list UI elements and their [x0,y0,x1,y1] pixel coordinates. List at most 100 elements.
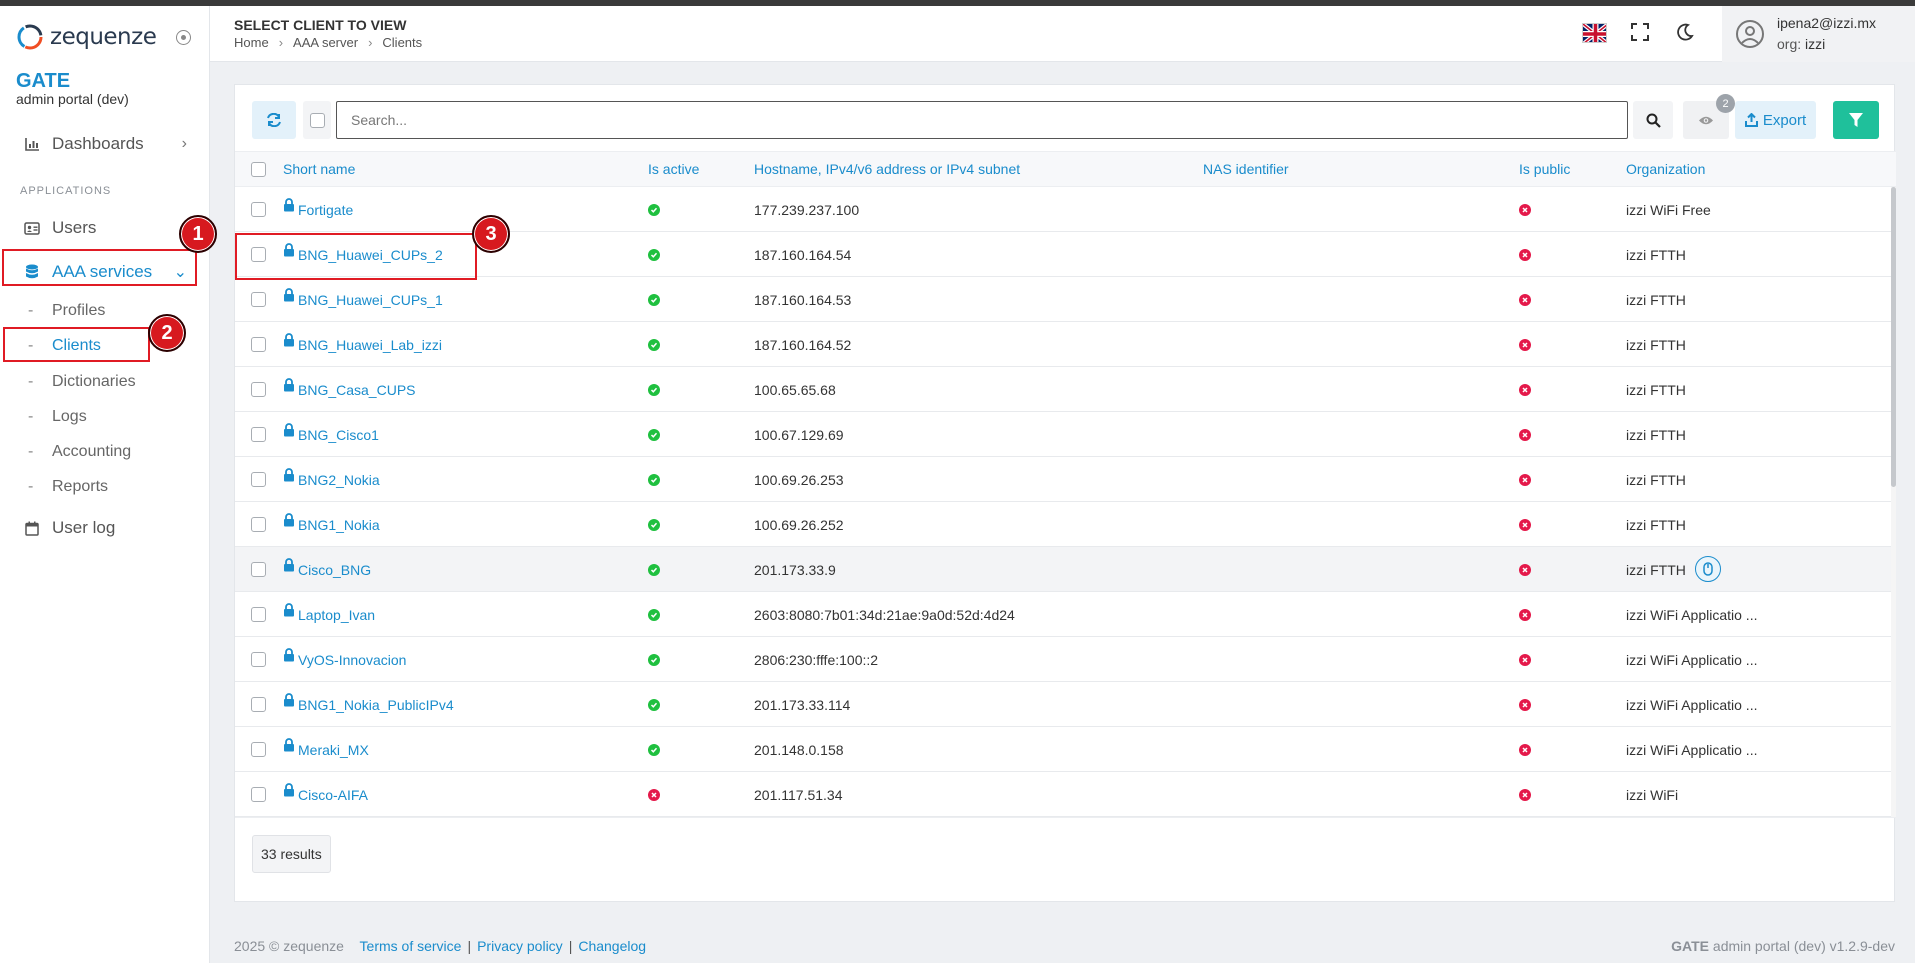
table-row[interactable]: VyOS-Innovacion 2806:230:fffe:100::2 izzi … [235,637,1891,682]
row-checkbox[interactable] [251,652,266,667]
sidebar-item-users[interactable]: Users [0,211,209,245]
x-circle-icon [1519,383,1531,396]
client-name-link[interactable]: Fortigate [283,187,353,232]
row-checkbox[interactable] [251,427,266,442]
table-row[interactable]: BNG_Casa_CUPS 100.65.65.68 izzi FTTH [235,367,1891,412]
row-checkbox-cell [251,592,266,637]
pin-sidebar-icon[interactable] [176,30,191,45]
hidden-columns-count-badge: 2 [1716,94,1735,113]
mouse-cursor-icon [1695,556,1721,582]
x-circle-icon [1519,653,1531,666]
client-name: BNG_Huawei_CUPs_1 [298,291,443,308]
row-checkbox-cell [251,727,266,772]
sidebar-item-user-log[interactable]: User log [0,511,209,545]
export-button[interactable]: Export [1735,101,1816,139]
refresh-button[interactable] [252,101,296,139]
sidebar-subitem-dictionaries[interactable]: - Dictionaries [28,368,136,396]
column-header-is-public[interactable]: Is public [1519,161,1570,177]
row-checkbox[interactable] [251,472,266,487]
client-name-link[interactable]: Cisco_BNG [283,547,371,592]
row-checkbox[interactable] [251,607,266,622]
client-name-link[interactable]: BNG1_Nokia [283,502,380,547]
x-circle-icon [1519,293,1531,306]
sidebar-subitem-logs[interactable]: - Logs [28,403,87,431]
terms-of-service-link[interactable]: Terms of service [360,938,462,954]
search-icon [1646,113,1661,128]
language-uk-flag-icon[interactable] [1582,23,1607,43]
client-name-link[interactable]: BNG_Casa_CUPS [283,367,416,412]
logo[interactable]: zequenze [14,22,157,52]
row-checkbox[interactable] [251,787,266,802]
lock-icon [284,422,294,436]
row-checkbox[interactable] [251,742,266,757]
search-input[interactable] [336,101,1628,139]
filter-icon [1849,113,1863,127]
table-row[interactable]: BNG1_Nokia_PublicIPv4 201.173.33.114 izzi … [235,682,1891,727]
table-row[interactable]: Cisco_BNG 201.173.33.9 izzi FTTH [235,547,1891,592]
table-row[interactable]: BNG1_Nokia 100.69.26.252 izzi FTTH [235,502,1891,547]
client-name-link[interactable]: BNG1_Nokia_PublicIPv4 [283,682,454,727]
dark-mode-moon-icon[interactable] [1674,23,1696,45]
row-checkbox[interactable] [251,202,266,217]
refresh-icon [267,113,281,127]
row-checkbox[interactable] [251,337,266,352]
table-scrollbar[interactable] [1891,187,1896,817]
row-checkbox[interactable] [251,562,266,577]
user-email: ipena2@izzi.mx [1777,15,1877,31]
row-checkbox-cell [251,637,266,682]
column-header-nas-identifier[interactable]: NAS identifier [1203,161,1289,177]
breadcrumb-home[interactable]: Home [234,35,269,50]
privacy-policy-link[interactable]: Privacy policy [477,938,563,954]
sidebar-subitem-profiles[interactable]: - Profiles [28,297,105,325]
breadcrumb-aaa-server[interactable]: AAA server [293,35,358,50]
row-checkbox[interactable] [251,517,266,532]
table-row[interactable]: Laptop_Ivan 2603:8080:7b01:34d:21ae:9a0d:… [235,592,1891,637]
version-info: GATE admin portal (dev) v1.2.9-dev [1671,938,1895,954]
select-all-toolbar-checkbox[interactable] [303,101,331,139]
column-header-short-name[interactable]: Short name [283,161,355,177]
lock-icon [284,647,294,661]
sidebar-subitem-accounting[interactable]: - Accounting [28,438,131,466]
filter-button[interactable] [1833,101,1879,139]
column-header-is-active[interactable]: Is active [648,161,699,177]
client-name-link[interactable]: Meraki_MX [283,727,369,772]
fullscreen-icon[interactable] [1629,23,1651,45]
column-header-organization[interactable]: Organization [1626,161,1705,177]
client-name-link[interactable]: BNG_Huawei_Lab_izzi [283,322,442,367]
client-name-link[interactable]: BNG_Huawei_CUPs_1 [283,277,443,322]
client-name-link[interactable]: Laptop_Ivan [283,592,375,637]
select-all-checkbox[interactable] [251,162,266,177]
table-row[interactable]: BNG_Huawei_CUPs_1 187.160.164.53 izzi FTTH [235,277,1891,322]
row-checkbox[interactable] [251,697,266,712]
row-checkbox[interactable] [251,292,266,307]
sidebar-subitem-reports[interactable]: - Reports [28,473,108,501]
search-button[interactable] [1633,101,1673,139]
client-name-link[interactable]: BNG_Cisco1 [283,412,379,457]
scrollbar-thumb[interactable] [1891,187,1896,487]
sidebar-item-dashboards[interactable]: Dashboards › [0,127,209,161]
table-row[interactable]: Meraki_MX 201.148.0.158 izzi WiFi Applicat… [235,727,1891,772]
copyright: 2025 © zequenze [234,938,344,954]
table-row[interactable]: BNG_Cisco1 100.67.129.69 izzi FTTH [235,412,1891,457]
organization-cell: izzi FTTH [1626,291,1686,308]
changelog-link[interactable]: Changelog [578,938,646,954]
client-name-link[interactable]: BNG2_Nokia [283,457,380,502]
row-checkbox-cell [251,502,266,547]
client-name-link[interactable]: VyOS-Innovacion [283,637,406,682]
table-row[interactable]: BNG2_Nokia 100.69.26.253 izzi FTTH [235,457,1891,502]
user-menu[interactable]: ipena2@izzi.mx org: izzi [1722,6,1915,62]
x-circle-icon [1519,203,1531,216]
organization-cell: izzi WiFi Applicatio ... [1626,696,1758,713]
column-header-hostname[interactable]: Hostname, IPv4/v6 address or IPv4 subnet [754,161,1020,177]
table-row[interactable]: Cisco-AIFA 201.117.51.34 izzi WiFi [235,772,1891,817]
check-circle-icon [648,293,660,306]
client-name-link[interactable]: Cisco-AIFA [283,772,368,817]
table-footer: 33 results [235,817,1896,903]
check-circle-icon [648,383,660,396]
user-org: org: izzi [1777,36,1826,52]
table-row[interactable]: BNG_Huawei_Lab_izzi 187.160.164.52 izzi FT… [235,322,1891,367]
is-public-cell [1519,412,1531,457]
page-title: SELECT CLIENT TO VIEW [234,17,407,33]
organization-cell: izzi FTTH [1626,471,1686,488]
row-checkbox[interactable] [251,382,266,397]
